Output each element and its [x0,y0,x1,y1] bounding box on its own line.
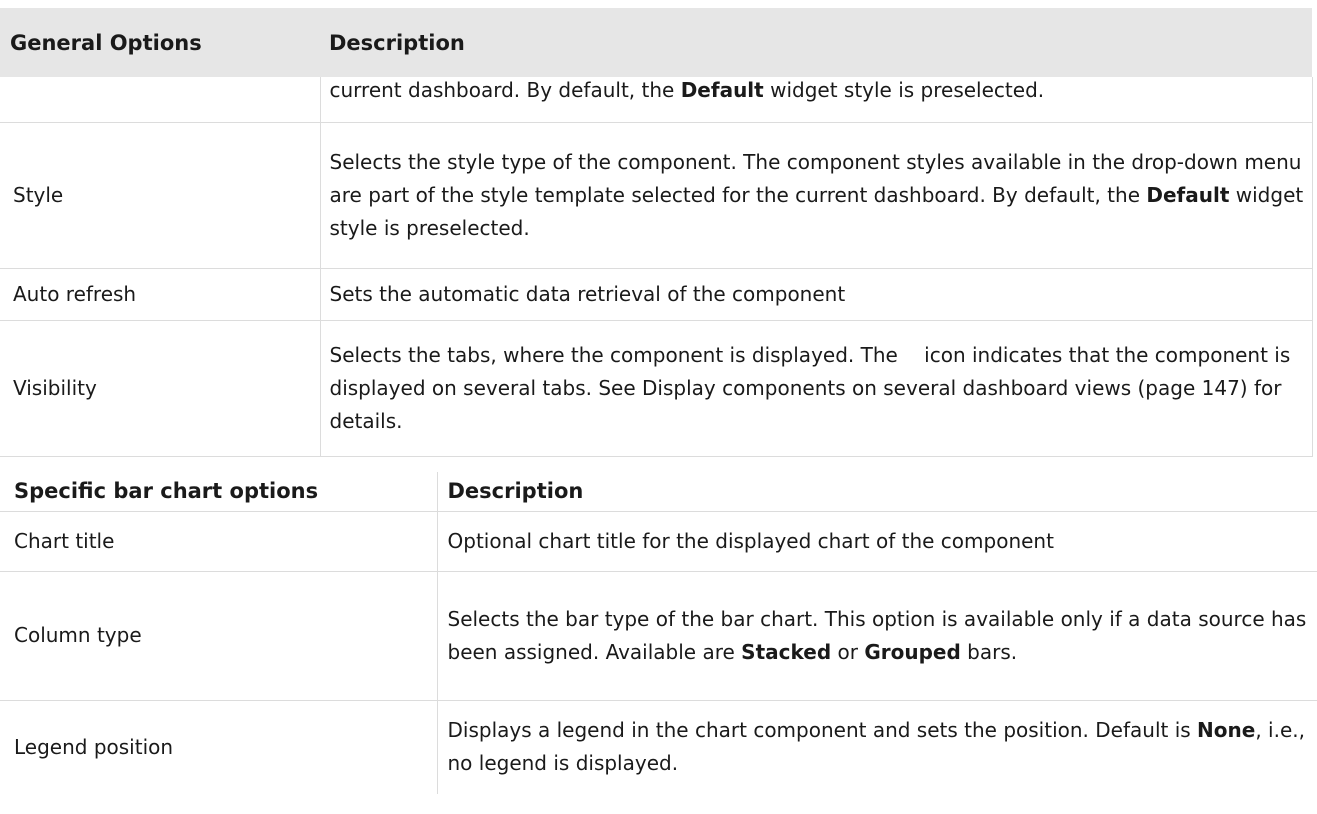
table-row: current dashboard. By default, the Defau… [0,77,1313,123]
option-description-cell: Optional chart title for the displayed c… [437,511,1317,572]
table-row: Column type Selects the bar type of the b… [0,571,1317,701]
specific-options-body: Chart title Optional chart title for the … [0,511,1317,794]
column-header-description: Description [320,8,1312,77]
specific-bar-chart-options-table: Specific bar chart options Description C… [0,472,1317,794]
option-description-cell: Selects the bar type of the bar chart. T… [437,571,1317,701]
general-options-table: General Options Description current dash… [0,8,1313,457]
bold-term: None [1197,718,1256,743]
table-row: Style Selects the style type of the compo… [0,122,1313,269]
table-header-row: Specific bar chart options Description [0,472,1317,512]
table-row: Visibility Selects the tabs, where the co… [0,320,1313,457]
description-text: current dashboard. By default, the [329,78,681,102]
table-row: Chart title Optional chart title for the … [0,511,1317,572]
general-options-body: current dashboard. By default, the Defau… [0,77,1313,457]
bold-term: Default [680,78,764,102]
option-name-cell: Style [0,122,321,269]
bold-term: Stacked [741,639,832,664]
table-row: Legend position Displays a legend in the … [0,700,1317,794]
option-name-cell: Chart title [0,511,438,572]
option-description-cell: current dashboard. By default, the Defau… [320,77,1313,123]
column-header-description: Description [437,472,1317,512]
column-header-option: General Options [0,8,320,77]
option-description-cell: Displays a legend in the chart component… [437,700,1317,794]
column-header-option: Specific bar chart options [0,472,438,512]
description-text: Displays a legend in the chart component… [447,718,1198,743]
description-text: Optional chart title for the displayed c… [447,528,1054,553]
option-description-cell: Selects the tabs, where the component is… [320,320,1313,457]
option-name-cell [0,77,321,123]
option-description-cell: Selects the style type of the component.… [320,122,1313,269]
option-name-cell: Visibility [0,320,321,457]
description-text: bars. [960,639,1018,664]
description-text: or [831,639,865,664]
option-name-cell: Auto refresh [0,268,321,321]
description-text: widget style is preselected. [763,78,1045,102]
option-description-cell: Sets the automatic data retrieval of the… [320,268,1313,321]
description-text: Sets the automatic data retrieval of the… [329,281,846,306]
description-text: Selects the tabs, where the component is… [329,342,905,367]
option-name-cell: Column type [0,571,438,701]
bold-term: Default [1146,182,1230,207]
table-row: Auto refresh Sets the automatic data retr… [0,268,1313,321]
table-header-row: General Options Description [0,8,1312,77]
option-name-cell: Legend position [0,700,438,794]
bold-term: Grouped [864,639,961,664]
